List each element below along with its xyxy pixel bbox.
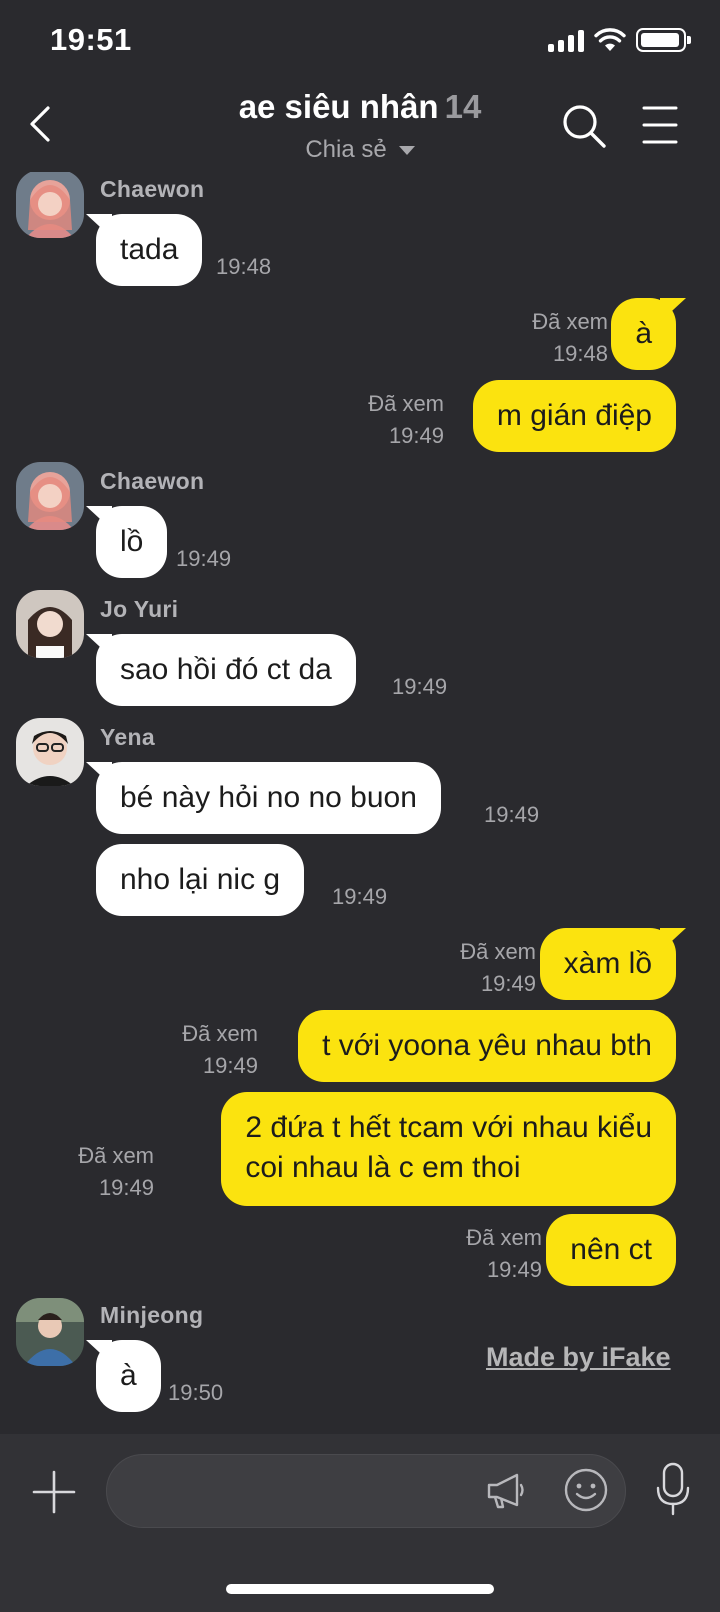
message-input-field[interactable]: [106, 1454, 626, 1528]
message-bubble-outgoing[interactable]: à: [611, 298, 676, 370]
avatar-chaewon[interactable]: [16, 172, 84, 238]
announcement-button[interactable]: [483, 1469, 527, 1513]
share-label: Chia sẻ: [305, 136, 387, 163]
avatar-minjeong[interactable]: [16, 1298, 84, 1366]
message-text-line: coi nhau là c em thoi: [245, 1151, 521, 1184]
member-count: 14: [444, 88, 482, 125]
search-button[interactable]: [560, 102, 608, 150]
message-text: à: [120, 1359, 137, 1392]
message-time: 19:49: [484, 802, 540, 827]
message-time: 19:49: [392, 674, 448, 699]
message-bubble-incoming[interactable]: nho lại nic g: [96, 844, 305, 916]
message-bubble-incoming[interactable]: tada: [96, 214, 203, 286]
watermark: Made by iFake: [486, 1342, 671, 1372]
message-input[interactable]: [135, 1455, 465, 1527]
message-bubble-outgoing[interactable]: m gián điệp: [472, 380, 676, 452]
microphone-icon: [656, 1462, 690, 1516]
message-meta: Đã xem 19:49: [182, 1018, 258, 1082]
sender-name: Chaewon: [100, 468, 205, 494]
message-text: m gián điệp: [496, 399, 652, 432]
message-bubble-incoming[interactable]: lồ: [96, 506, 168, 578]
message-bubble-outgoing[interactable]: t với yoona yêu nhau bth: [298, 1010, 676, 1082]
megaphone-icon: [487, 1473, 524, 1509]
attach-button[interactable]: [32, 1470, 76, 1514]
message-bubble-outgoing[interactable]: xàm lồ: [539, 928, 676, 1000]
avatar-yena[interactable]: [16, 718, 84, 786]
emoji-icon: [564, 1468, 608, 1512]
message-time: 19:49: [332, 884, 388, 909]
chat-title[interactable]: ae siêu nhân 14: [0, 88, 720, 126]
sender-name: Jo Yuri: [100, 596, 179, 622]
sender-name: Yena: [100, 724, 155, 750]
message-time: 19:50: [168, 1380, 224, 1405]
seen-status: Đã xem: [78, 1143, 154, 1168]
chat-header: ae siêu nhân 14 Chia sẻ: [0, 80, 720, 172]
message-text: bé này hỏi no no buon: [120, 781, 417, 814]
seen-status: Đã xem: [182, 1021, 258, 1046]
message-time: 19:48: [552, 341, 608, 366]
home-indicator: [226, 1584, 494, 1594]
status-time: 19:51: [50, 22, 132, 57]
message-time: 19:49: [176, 546, 232, 571]
message-text: à: [635, 317, 652, 350]
message-bubble-outgoing[interactable]: nên ct: [546, 1214, 676, 1286]
message-meta: Đã xem 19:49: [368, 388, 444, 452]
message-time: 19:49: [388, 423, 444, 448]
message-text: sao hồi đó ct da: [120, 653, 332, 686]
search-icon: [563, 105, 606, 148]
message-meta: Đã xem 19:49: [466, 1222, 542, 1286]
message-bubble-incoming[interactable]: sao hồi đó ct da: [96, 634, 356, 706]
message-time: 19:49: [202, 1053, 258, 1078]
message-meta: Đã xem 19:49: [78, 1140, 154, 1204]
message-bubble-outgoing[interactable]: 2 đứa t hết tcam với nhau kiểu coi nhau …: [221, 1092, 676, 1206]
voice-button[interactable]: [654, 1462, 692, 1518]
message-text: lồ: [120, 525, 144, 558]
cellular-signal-icon: [548, 28, 584, 52]
seen-status: Đã xem: [466, 1225, 542, 1250]
menu-button[interactable]: [640, 104, 680, 146]
message-text: tada: [120, 233, 179, 266]
status-icons: [548, 26, 691, 54]
message-text: xàm lồ: [563, 947, 652, 980]
message-meta: Đã xem 19:48: [532, 306, 608, 370]
avatar-chaewon[interactable]: [16, 462, 84, 530]
message-text-line: 2 đứa t hết tcam với nhau kiểu: [245, 1111, 652, 1144]
message-bubble-incoming[interactable]: bé này hỏi no no buon: [96, 762, 441, 834]
status-bar: 19:51: [0, 0, 720, 80]
sender-name: Minjeong: [100, 1302, 204, 1328]
avatar-jo-yuri[interactable]: [16, 590, 84, 658]
wifi-icon: [594, 28, 626, 51]
hamburger-menu-icon: [642, 106, 678, 144]
seen-status: Đã xem: [532, 309, 608, 334]
emoji-button[interactable]: [563, 1467, 609, 1513]
message-time: 19:48: [216, 254, 272, 279]
message-time: 19:49: [98, 1175, 154, 1200]
share-dropdown[interactable]: Chia sẻ: [0, 136, 720, 164]
composer-bar: [0, 1434, 720, 1612]
group-name: ae siêu nhân: [238, 88, 439, 125]
seen-status: Đã xem: [460, 939, 536, 964]
battery-icon: [636, 28, 691, 52]
battery-fill: [641, 33, 679, 47]
caret-down-icon: [398, 146, 415, 156]
message-time: 19:49: [486, 1257, 542, 1282]
message-text: t với yoona yêu nhau bth: [322, 1029, 652, 1062]
message-meta: Đã xem 19:49: [460, 936, 536, 1000]
seen-status: Đã xem: [368, 391, 444, 416]
message-bubble-incoming[interactable]: à: [96, 1340, 161, 1412]
plus-icon: [32, 1470, 76, 1514]
message-text: nho lại nic g: [120, 863, 281, 896]
message-text: nên ct: [570, 1233, 652, 1266]
message-list[interactable]: Chaewon tada 19:48 Đã xem 19:48 à Đã xem…: [0, 172, 720, 1434]
message-time: 19:49: [480, 971, 536, 996]
sender-name: Chaewon: [100, 176, 205, 202]
